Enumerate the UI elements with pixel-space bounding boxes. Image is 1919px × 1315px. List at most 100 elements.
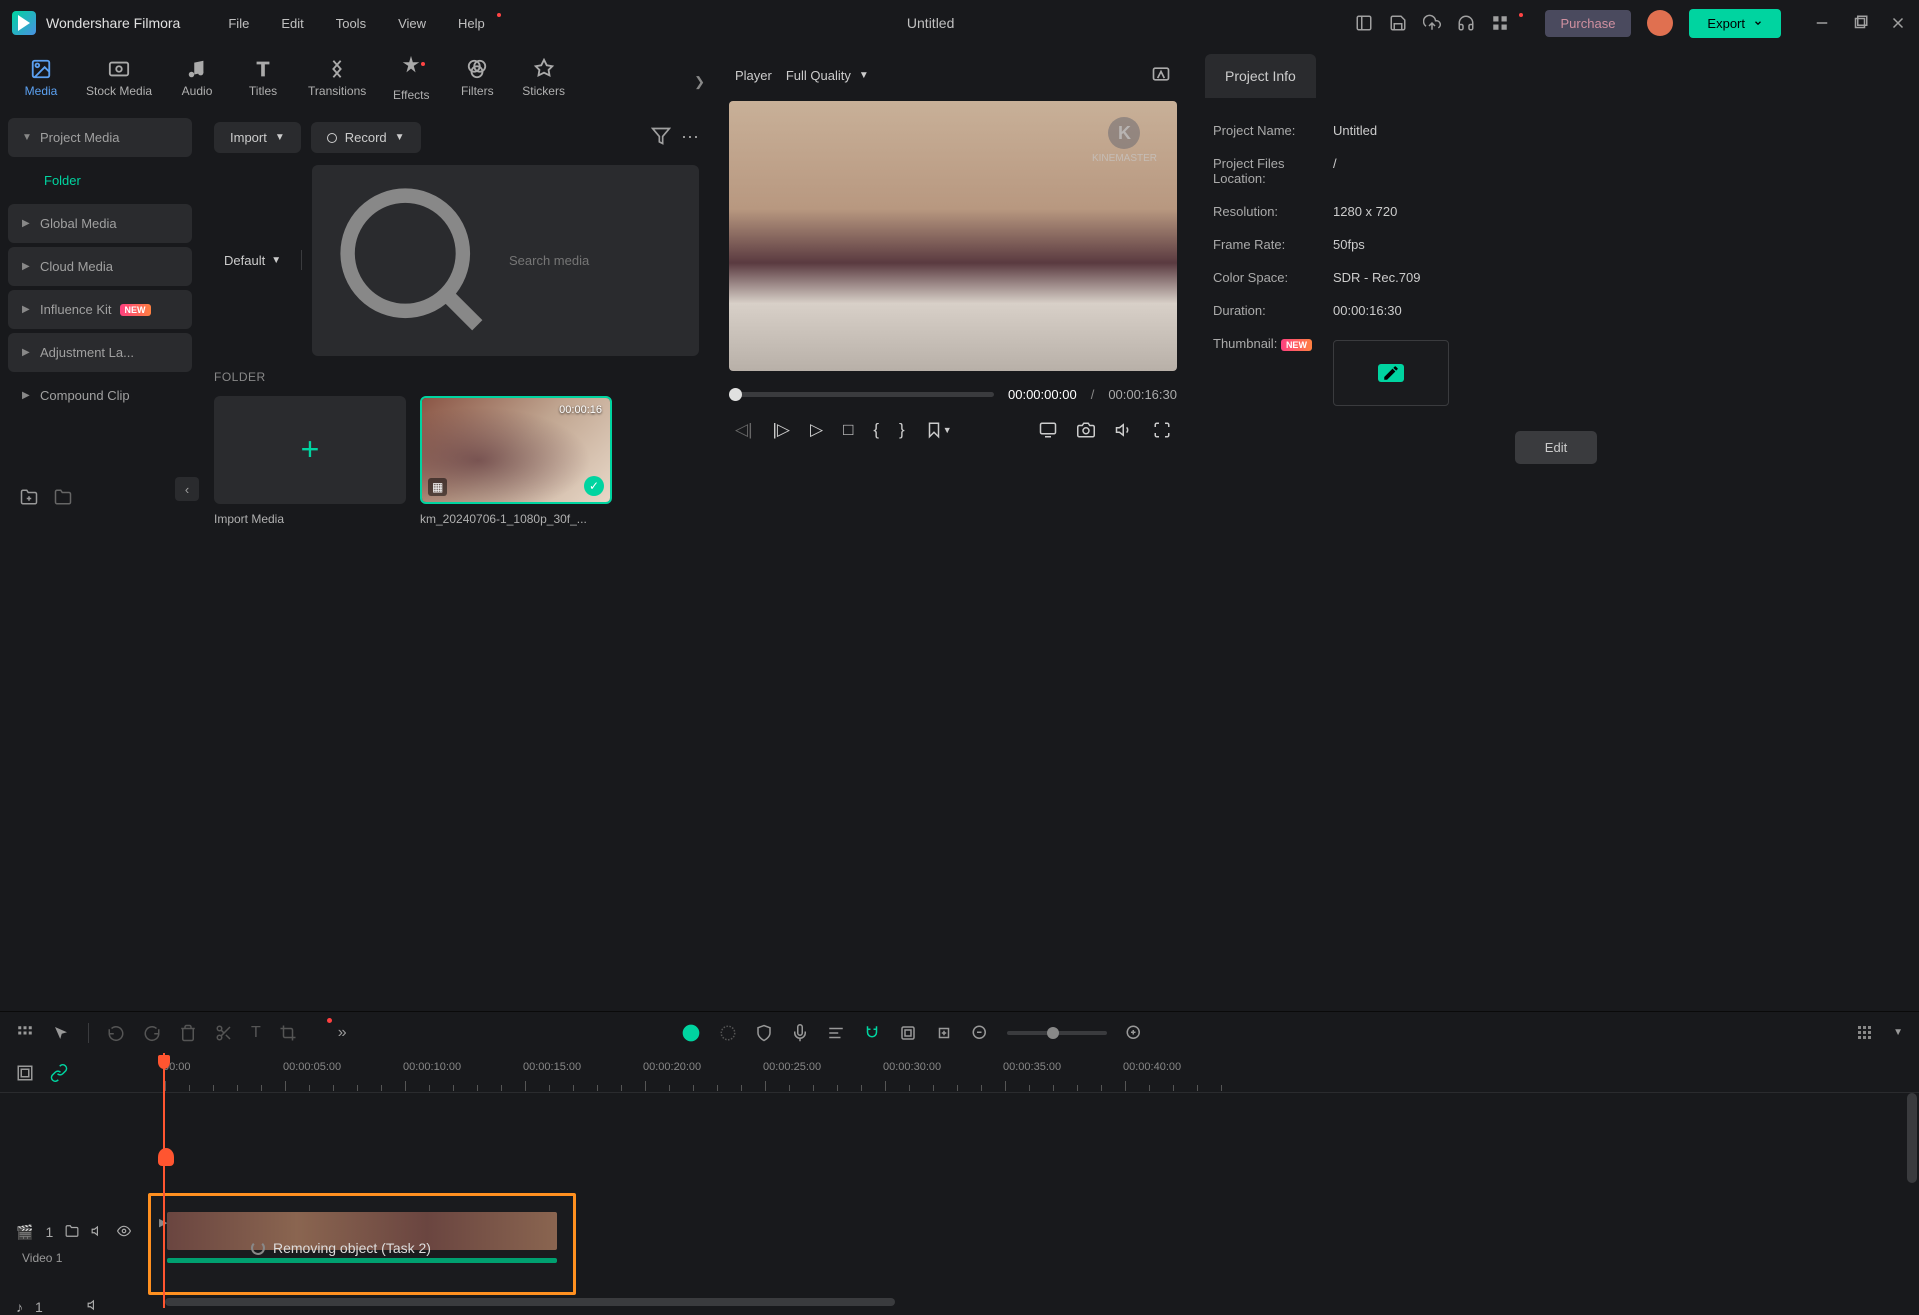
menu-file[interactable]: File [214, 10, 263, 37]
shield-icon[interactable] [755, 1024, 773, 1042]
text-icon[interactable]: T [251, 1024, 261, 1042]
zoom-in-icon[interactable] [1125, 1024, 1143, 1042]
thumbnail-box[interactable] [1333, 340, 1449, 406]
minimize-icon[interactable] [1813, 14, 1831, 32]
more-options-icon[interactable]: ⋯ [681, 127, 699, 148]
sidebar-project-media[interactable]: ▼Project Media [8, 118, 192, 157]
preview-viewport[interactable]: K KINEMASTER [729, 101, 1177, 371]
mic-icon[interactable] [791, 1024, 809, 1042]
scrub-track[interactable] [729, 392, 994, 397]
track-add-icon[interactable] [16, 1064, 34, 1082]
tab-titles[interactable]: Titles [230, 50, 296, 106]
timeline-clip[interactable]: ▶ km_20240706-1_1080p_30f_20240706_09131… [148, 1193, 576, 1295]
timeline-hscroll[interactable] [165, 1298, 895, 1306]
export-button[interactable]: Export [1689, 9, 1781, 38]
edit-button[interactable]: Edit [1515, 431, 1597, 464]
link-icon[interactable] [50, 1064, 68, 1082]
sidebar-adjustment-layer[interactable]: ▶Adjustment La... [8, 333, 192, 372]
zoom-out-icon[interactable] [971, 1024, 989, 1042]
ruler-time-label: 00:00:05:00 [283, 1061, 341, 1073]
delete-icon[interactable] [179, 1024, 197, 1042]
headphones-icon[interactable] [1457, 14, 1475, 32]
track-folder-icon[interactable] [65, 1224, 79, 1241]
sidebar-cloud-media[interactable]: ▶Cloud Media [8, 247, 192, 286]
mark-in-icon[interactable]: { [873, 420, 879, 440]
quality-dropdown[interactable]: Full Quality▼ [786, 68, 869, 83]
import-media-tile[interactable]: + Import Media [214, 396, 406, 526]
tab-effects[interactable]: Effects [378, 46, 444, 110]
align-icon[interactable] [827, 1024, 845, 1042]
more-tools-icon[interactable]: » [338, 1024, 347, 1042]
sidebar-global-media[interactable]: ▶Global Media [8, 204, 192, 243]
save-icon[interactable] [1389, 14, 1407, 32]
view-options-chevron-icon[interactable]: ▼ [1893, 1027, 1903, 1038]
scrub-handle[interactable] [729, 388, 742, 401]
tab-filters[interactable]: Filters [444, 50, 510, 106]
cut-icon[interactable] [215, 1024, 233, 1042]
marker-add-icon[interactable] [899, 1024, 917, 1042]
search-box[interactable] [312, 165, 699, 356]
avatar[interactable] [1647, 10, 1673, 36]
layout-icon[interactable] [1355, 14, 1373, 32]
play-icon[interactable]: ▷ [810, 420, 823, 440]
playhead[interactable] [163, 1053, 165, 1308]
fullscreen-icon[interactable] [1153, 421, 1171, 439]
tab-transitions[interactable]: Transitions [296, 50, 378, 106]
maximize-icon[interactable] [1851, 14, 1869, 32]
audio-track-mute-icon[interactable] [87, 1298, 101, 1315]
sidebar-collapse-button[interactable]: ‹ [175, 477, 199, 501]
zoom-slider[interactable] [1007, 1031, 1107, 1035]
apps-icon[interactable] [1491, 14, 1509, 32]
step-back-icon[interactable]: |▷ [773, 420, 791, 440]
mark-out-icon[interactable]: } [899, 420, 905, 440]
compare-icon[interactable] [1151, 64, 1171, 87]
track-visibility-icon[interactable] [117, 1224, 131, 1241]
sort-default-dropdown[interactable]: Default▼ [214, 247, 291, 274]
record-button[interactable]: Record ▼ [311, 122, 421, 153]
prev-frame-icon[interactable]: ◁| [735, 420, 753, 440]
mask-icon[interactable] [719, 1024, 737, 1042]
redo-icon[interactable] [143, 1024, 161, 1042]
menu-view[interactable]: View [384, 10, 440, 37]
filter-icon[interactable] [651, 126, 671, 149]
menu-tools[interactable]: Tools [322, 10, 380, 37]
purchase-button[interactable]: Purchase [1545, 10, 1632, 37]
sidebar-folder[interactable]: Folder [8, 161, 192, 200]
cloud-upload-icon[interactable] [1423, 14, 1441, 32]
volume-icon[interactable] [1115, 421, 1133, 439]
project-info-tab[interactable]: Project Info [1205, 54, 1316, 98]
tabs-scroll-right-icon[interactable]: ❯ [694, 74, 705, 90]
info-framerate-label: Frame Rate: [1213, 237, 1333, 252]
menu-edit[interactable]: Edit [267, 10, 317, 37]
keyframe-icon[interactable] [935, 1024, 953, 1042]
sidebar-compound-clip[interactable]: ▶Compound Clip [8, 376, 192, 415]
magnet-icon[interactable] [863, 1024, 881, 1042]
stop-icon[interactable]: □ [843, 420, 853, 440]
display-icon[interactable] [1039, 421, 1057, 439]
media-clip-tile[interactable]: 00:00:16 ▦ ✓ km_20240706-1_1080p_30f_... [420, 396, 612, 526]
tab-media[interactable]: Media [8, 50, 74, 106]
menu-help[interactable]: Help [444, 10, 499, 37]
cursor-icon[interactable] [52, 1024, 70, 1042]
track-mute-icon[interactable] [91, 1224, 105, 1241]
search-input[interactable] [509, 253, 685, 268]
sidebar-influence-kit[interactable]: ▶Influence KitNEW [8, 290, 192, 329]
close-icon[interactable] [1889, 14, 1907, 32]
zoom-handle[interactable] [1047, 1027, 1059, 1039]
snapshot-icon[interactable] [1077, 421, 1095, 439]
tab-audio[interactable]: Audio [164, 50, 230, 106]
timeline-ruler[interactable]: 00:0000:00:05:0000:00:10:0000:00:15:0000… [0, 1053, 1919, 1093]
undo-icon[interactable] [107, 1024, 125, 1042]
tab-stickers[interactable]: Stickers [510, 50, 577, 106]
timeline-vscroll[interactable] [1907, 1093, 1917, 1183]
grid-icon[interactable] [16, 1024, 34, 1042]
new-folder-icon[interactable] [20, 488, 38, 506]
tab-stock-media[interactable]: Stock Media [74, 50, 164, 106]
marker-icon[interactable]: ▼ [925, 421, 952, 439]
crop-icon[interactable] [279, 1024, 297, 1042]
folder-icon[interactable] [54, 488, 72, 506]
ai-icon[interactable] [681, 1023, 701, 1043]
import-button[interactable]: Import ▼ [214, 122, 301, 153]
view-options-icon[interactable] [1858, 1026, 1871, 1039]
preview-scrubber[interactable]: 00:00:00:00 / 00:00:16:30 [729, 387, 1177, 402]
